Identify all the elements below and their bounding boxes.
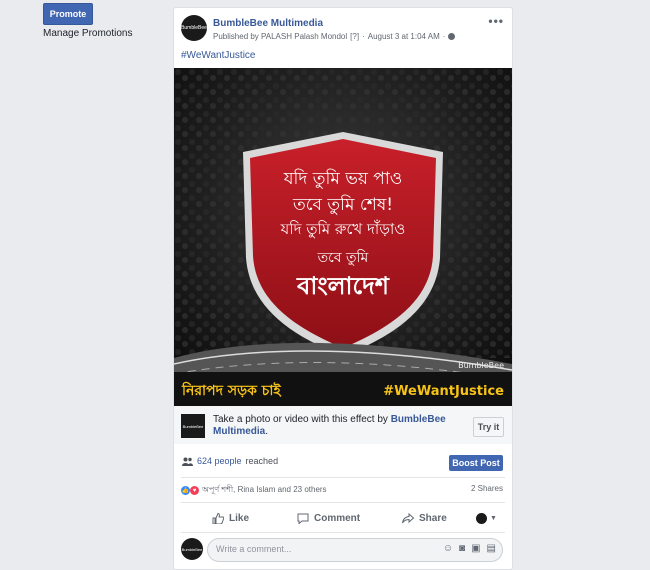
image-bottom-left: নিরাপদ সড়ক চাই bbox=[181, 381, 282, 399]
comment-tools: ☺ ◙ ▣ ▤ bbox=[443, 543, 496, 554]
post-meta: Published by PALASH Palash Mondol [?] · … bbox=[213, 32, 456, 41]
share-label: Share bbox=[419, 512, 447, 524]
boost-post-button[interactable]: Boost Post bbox=[449, 455, 503, 471]
camera-icon[interactable]: ◙ bbox=[459, 543, 465, 554]
like-button[interactable]: Like bbox=[212, 508, 249, 528]
action-bar: Like Comment Share ▼ bbox=[174, 508, 512, 528]
reach-suffix: reached bbox=[245, 456, 279, 466]
reactions-summary[interactable]: 👍 ♥ অপূর্ণ শশী, Rina Islam and 23 others bbox=[181, 484, 327, 497]
post-as-selector[interactable]: ▼ bbox=[476, 508, 497, 528]
post-card: BumbleBee BumbleBee Multimedia Published… bbox=[173, 7, 513, 570]
comment-label: Comment bbox=[314, 512, 361, 524]
hashtag-link[interactable]: #WeWantJustice bbox=[181, 50, 255, 61]
effect-banner: BumbleBee Take a photo or video with thi… bbox=[174, 406, 512, 444]
effect-text-prefix: Take a photo or video with this effect b… bbox=[213, 414, 391, 425]
love-reaction-icon: ♥ bbox=[190, 486, 199, 495]
page-name-link[interactable]: BumbleBee Multimedia bbox=[213, 18, 323, 29]
post-date[interactable]: August 3 at 1:04 AM bbox=[368, 32, 440, 41]
comment-input[interactable]: Write a comment... ☺ ◙ ▣ ▤ bbox=[207, 538, 503, 562]
promote-button[interactable]: Promote bbox=[43, 3, 93, 25]
try-it-button[interactable]: Try it bbox=[473, 417, 504, 437]
effect-text: Take a photo or video with this effect b… bbox=[213, 414, 463, 438]
reach-info: 624 people reached bbox=[182, 456, 278, 466]
comment-button[interactable]: Comment bbox=[297, 508, 360, 528]
people-icon bbox=[182, 457, 193, 466]
comment-icon bbox=[297, 513, 309, 524]
post-image[interactable]: যদি তুমি ভয় পাও তবে তুমি শেষ! যদি তুমি … bbox=[174, 68, 512, 406]
globe-icon bbox=[448, 33, 456, 40]
image-watermark: BumbleBee bbox=[458, 361, 504, 370]
share-icon bbox=[402, 512, 414, 523]
comment-placeholder: Write a comment... bbox=[216, 544, 292, 554]
published-by: Published by PALASH Palash Mondol bbox=[213, 32, 348, 41]
reach-count[interactable]: 624 people bbox=[197, 456, 242, 466]
effect-thumbnail[interactable]: BumbleBee bbox=[181, 414, 205, 438]
meta-separator: · bbox=[362, 32, 365, 41]
page-avatar[interactable]: BumbleBee bbox=[181, 15, 207, 41]
gif-icon[interactable]: ▣ bbox=[471, 543, 480, 554]
effect-text-suffix: . bbox=[265, 426, 269, 437]
image-line-4: তবে তুমি bbox=[317, 249, 369, 266]
divider bbox=[181, 532, 505, 533]
image-bottom-right: #WeWantJustice bbox=[383, 384, 504, 399]
shares-count[interactable]: 2 Shares bbox=[471, 484, 503, 493]
image-line-2: তবে তুমি শেষ! bbox=[292, 194, 393, 215]
help-mark[interactable]: [?] bbox=[350, 32, 359, 41]
more-options-icon[interactable]: ••• bbox=[488, 14, 504, 28]
divider bbox=[181, 502, 505, 503]
commenter-avatar[interactable]: BumbleBee bbox=[181, 538, 203, 560]
divider bbox=[181, 477, 505, 478]
like-label: Like bbox=[229, 512, 250, 524]
image-line-5: বাংলাদেশ bbox=[296, 272, 390, 300]
image-line-1: যদি তুমি ভয় পাও bbox=[283, 168, 403, 189]
emoji-icon[interactable]: ☺ bbox=[443, 543, 453, 554]
page-avatar-small bbox=[476, 512, 487, 524]
manage-promotions-link[interactable]: Manage Promotions bbox=[43, 28, 133, 39]
share-button[interactable]: Share bbox=[402, 508, 447, 528]
meta-separator: · bbox=[442, 32, 446, 41]
image-line-3: যদি তুমি রুখে দাঁড়াও bbox=[280, 220, 406, 238]
thumbs-up-icon bbox=[212, 512, 224, 524]
chevron-down-icon: ▼ bbox=[490, 514, 497, 522]
like-reaction-icon: 👍 bbox=[181, 486, 190, 495]
reaction-names[interactable]: অপূর্ণ শশী, Rina Islam and 23 others bbox=[202, 484, 327, 497]
sticker-icon[interactable]: ▤ bbox=[487, 543, 496, 554]
